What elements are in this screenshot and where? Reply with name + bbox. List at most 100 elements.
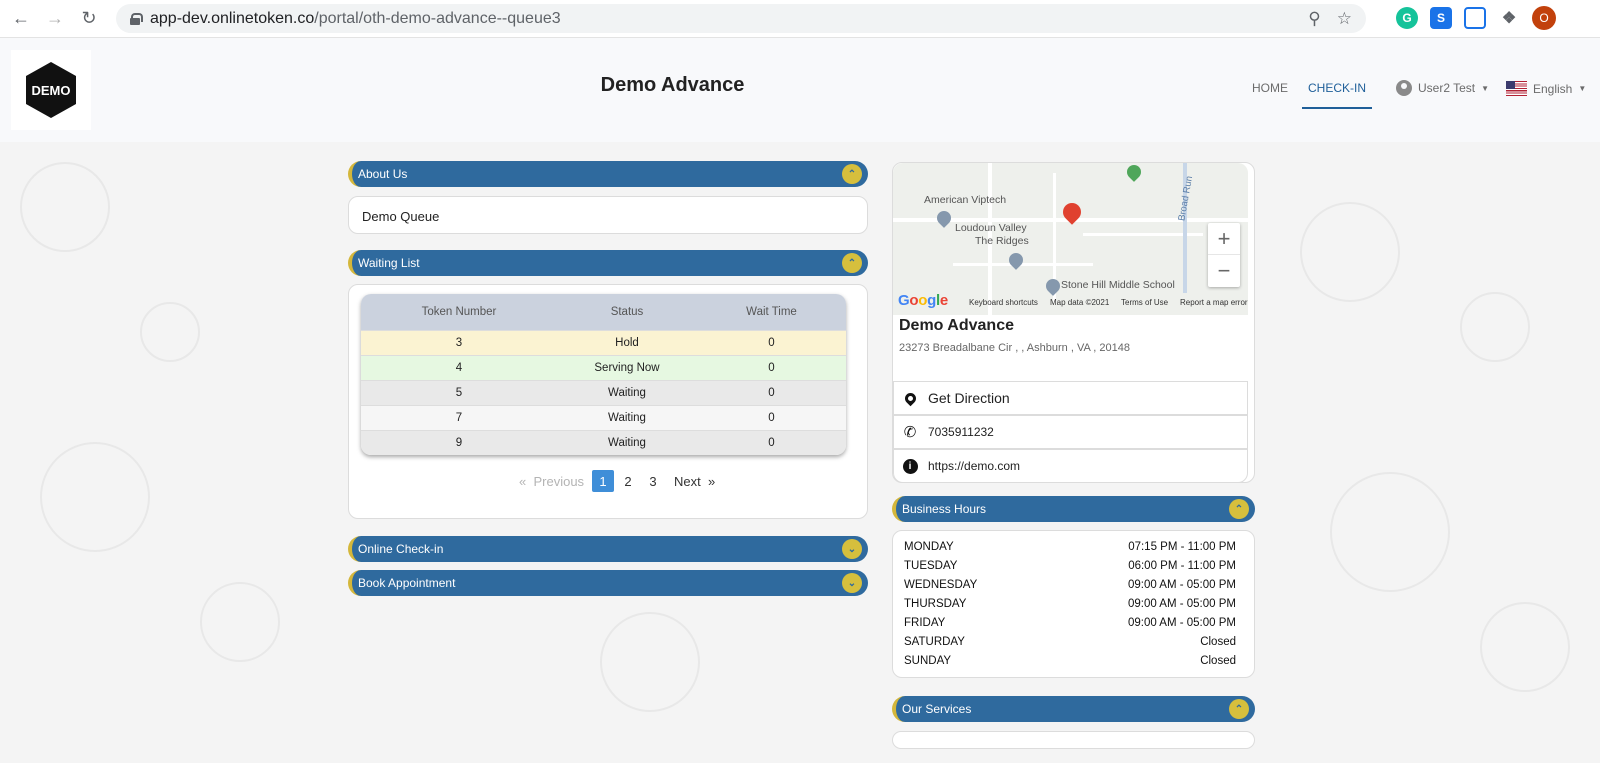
lock-icon: [130, 12, 143, 25]
about-us-header[interactable]: About Us ⌃: [348, 161, 868, 187]
about-us-content: Demo Queue: [362, 209, 440, 224]
background-doodle: [200, 582, 280, 662]
site-header: DEMO Demo Advance HOME CHECK-IN User2 Te…: [0, 38, 1600, 142]
nav-checkin[interactable]: CHECK-IN: [1302, 81, 1373, 109]
map-label-stone-hill: Stone Hill Middle School: [1061, 279, 1175, 291]
pagination-previous[interactable]: « Previous: [519, 474, 584, 489]
background-doodle: [1480, 602, 1570, 692]
google-logo[interactable]: Google: [898, 292, 948, 309]
day-label: SUNDAY: [904, 655, 952, 667]
keyboard-shortcuts-link[interactable]: Keyboard shortcuts: [969, 298, 1038, 307]
token-number-cell: 5: [455, 387, 463, 399]
time-label: 09:00 AM - 05:00 PM: [1127, 579, 1236, 591]
star-icon[interactable]: ☆: [1337, 9, 1352, 29]
caret-down-icon: ▼: [1578, 84, 1587, 93]
chevron-up-icon[interactable]: ⌃: [1229, 499, 1249, 519]
phone-row[interactable]: ✆ 7035911232: [893, 415, 1248, 449]
forward-arrow-icon[interactable]: →: [38, 2, 72, 36]
chevron-down-icon[interactable]: ⌄: [842, 573, 862, 593]
logo[interactable]: DEMO: [11, 50, 91, 130]
status-cell: Serving Now: [594, 362, 660, 374]
table-row: 4 Serving Now 0: [361, 355, 846, 380]
page-2-button[interactable]: 2: [617, 470, 639, 492]
nav-home[interactable]: HOME: [1252, 81, 1288, 107]
time-label: 09:00 AM - 05:00 PM: [1127, 617, 1236, 629]
business-hours-header[interactable]: Business Hours ⌃: [892, 496, 1255, 522]
status-cell: Hold: [615, 337, 639, 349]
address-bar[interactable]: app-dev.onlinetoken.co/portal/oth-demo-a…: [116, 4, 1366, 33]
status-cell: Waiting: [608, 387, 646, 399]
waiting-list-table: Token Number Status Wait Time 3 Hold 0 4…: [361, 294, 846, 455]
next-label: Next: [674, 473, 701, 489]
waiting-list-header[interactable]: Waiting List ⌃: [348, 250, 868, 276]
terms-of-use-link[interactable]: Terms of Use: [1121, 298, 1168, 307]
website-link[interactable]: https://demo.com: [928, 459, 1020, 473]
hours-row: SUNDAY Closed: [904, 655, 1236, 667]
page-1-button[interactable]: 1: [592, 470, 615, 492]
map-zoom-control: + −: [1208, 223, 1240, 287]
zoom-in-icon[interactable]: +: [1208, 223, 1240, 255]
chevron-up-icon[interactable]: ⌃: [1229, 699, 1249, 719]
screen-capture-extension-icon[interactable]: [1464, 7, 1486, 29]
hours-row: THURSDAY 09:00 AM - 05:00 PM: [904, 598, 1236, 610]
waiting-list-card: Token Number Status Wait Time 3 Hold 0 4…: [348, 284, 868, 519]
phone-number: 7035911232: [928, 425, 994, 439]
time-label: Closed: [1200, 655, 1236, 667]
hours-row: TUESDAY 06:00 PM - 11:00 PM: [904, 560, 1236, 572]
map-park-marker-icon[interactable]: [1124, 163, 1144, 182]
hours-row: SATURDAY Closed: [904, 636, 1236, 648]
day-label: FRIDAY: [904, 617, 946, 629]
language-menu[interactable]: English ▼: [1506, 81, 1586, 96]
map-marker-icon[interactable]: [1043, 276, 1063, 296]
map-data-text: Map data ©2021: [1050, 298, 1110, 307]
grammarly-extension-icon[interactable]: G: [1396, 7, 1418, 29]
page-title: Demo Advance: [600, 74, 745, 96]
token-number-cell: 4: [455, 362, 463, 374]
get-direction-row[interactable]: Get Direction: [893, 381, 1248, 415]
language-label: English: [1533, 81, 1573, 96]
website-row[interactable]: i https://demo.com: [893, 449, 1248, 483]
s-extension-icon[interactable]: S: [1430, 7, 1452, 29]
background-doodle: [140, 302, 200, 362]
map-label-loudoun-valley: Loudoun Valley: [955, 222, 1027, 234]
map[interactable]: American Viptech Loudoun Valley The Ridg…: [893, 163, 1248, 315]
pagination-next[interactable]: Next »: [674, 474, 715, 489]
user-menu[interactable]: User2 Test ▼: [1396, 80, 1489, 96]
report-map-error-link[interactable]: Report a map error: [1180, 298, 1248, 307]
book-appointment-title: Book Appointment: [358, 576, 456, 590]
zoom-out-icon[interactable]: −: [1208, 255, 1240, 287]
time-label: Closed: [1200, 636, 1236, 648]
online-checkin-header[interactable]: Online Check-in ⌄: [348, 536, 868, 562]
business-info-card: American Viptech Loudoun Valley The Ridg…: [892, 162, 1255, 483]
wait-time-cell: 0: [768, 362, 775, 374]
day-label: WEDNESDAY: [904, 579, 978, 591]
about-us-title: About Us: [358, 167, 408, 181]
online-checkin-title: Online Check-in: [358, 542, 444, 556]
hours-row: MONDAY 07:15 PM - 11:00 PM: [904, 541, 1236, 553]
chevron-up-icon[interactable]: ⌃: [842, 164, 862, 184]
business-address: 23273 Breadalbane Cir , , Ashburn , VA ,…: [899, 342, 1130, 354]
info-icon: i: [902, 458, 918, 474]
double-right-arrow-icon: »: [708, 473, 716, 489]
book-appointment-header[interactable]: Book Appointment ⌄: [348, 570, 868, 596]
time-label: 07:15 PM - 11:00 PM: [1128, 541, 1236, 553]
previous-label: Previous: [533, 473, 585, 489]
waiting-list-title: Waiting List: [358, 256, 420, 270]
page-3-button[interactable]: 3: [642, 470, 664, 492]
time-label: 09:00 AM - 05:00 PM: [1127, 598, 1236, 610]
double-left-arrow-icon: «: [519, 473, 527, 489]
chevron-up-icon[interactable]: ⌃: [842, 253, 862, 273]
profile-avatar[interactable]: O: [1532, 6, 1556, 30]
map-marker-icon[interactable]: [934, 208, 954, 228]
our-services-header[interactable]: Our Services ⌃: [892, 696, 1255, 722]
magnifier-icon[interactable]: ⚲: [1308, 9, 1320, 29]
back-arrow-icon[interactable]: ←: [4, 2, 38, 36]
reload-icon[interactable]: ↻: [72, 2, 106, 36]
chevron-down-icon[interactable]: ⌄: [842, 539, 862, 559]
table-row: 9 Waiting 0: [361, 430, 846, 455]
background-doodle: [20, 162, 110, 252]
day-label: TUESDAY: [904, 560, 958, 572]
map-marker-icon[interactable]: [1006, 250, 1026, 270]
extensions-puzzle-icon[interactable]: ❖: [1498, 7, 1520, 29]
url-host: app-dev.onlinetoken.co: [150, 9, 315, 27]
